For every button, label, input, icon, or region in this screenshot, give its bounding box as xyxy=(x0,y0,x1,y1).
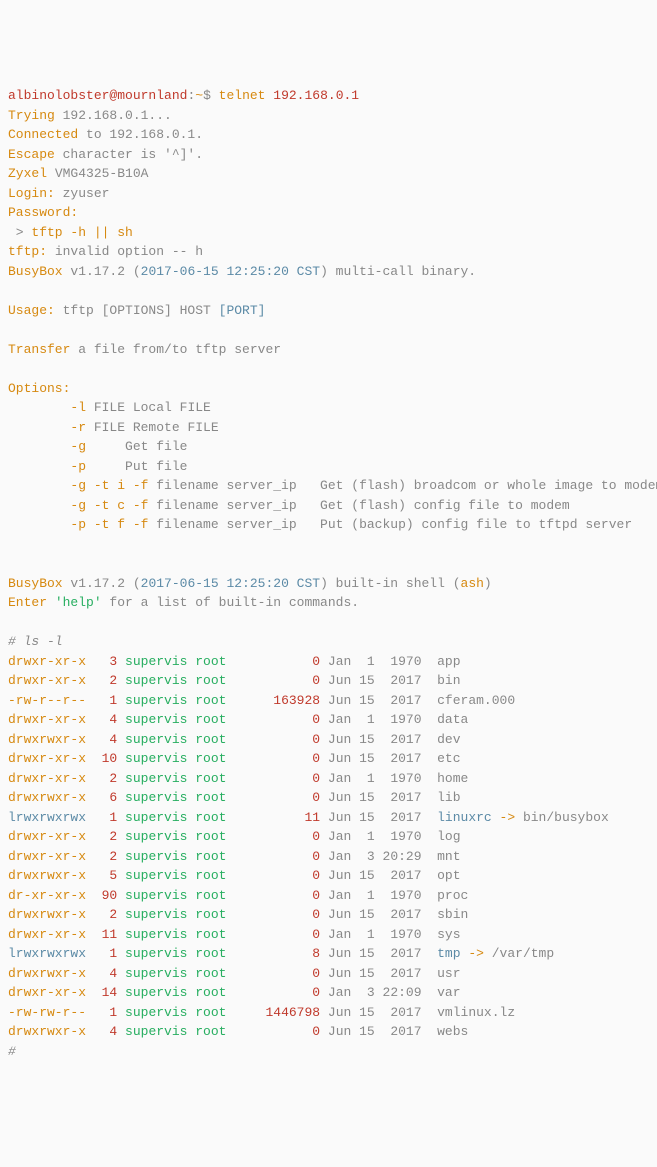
terminal-output: albinolobster@mournland:~$ telnet 192.16… xyxy=(8,86,649,1061)
